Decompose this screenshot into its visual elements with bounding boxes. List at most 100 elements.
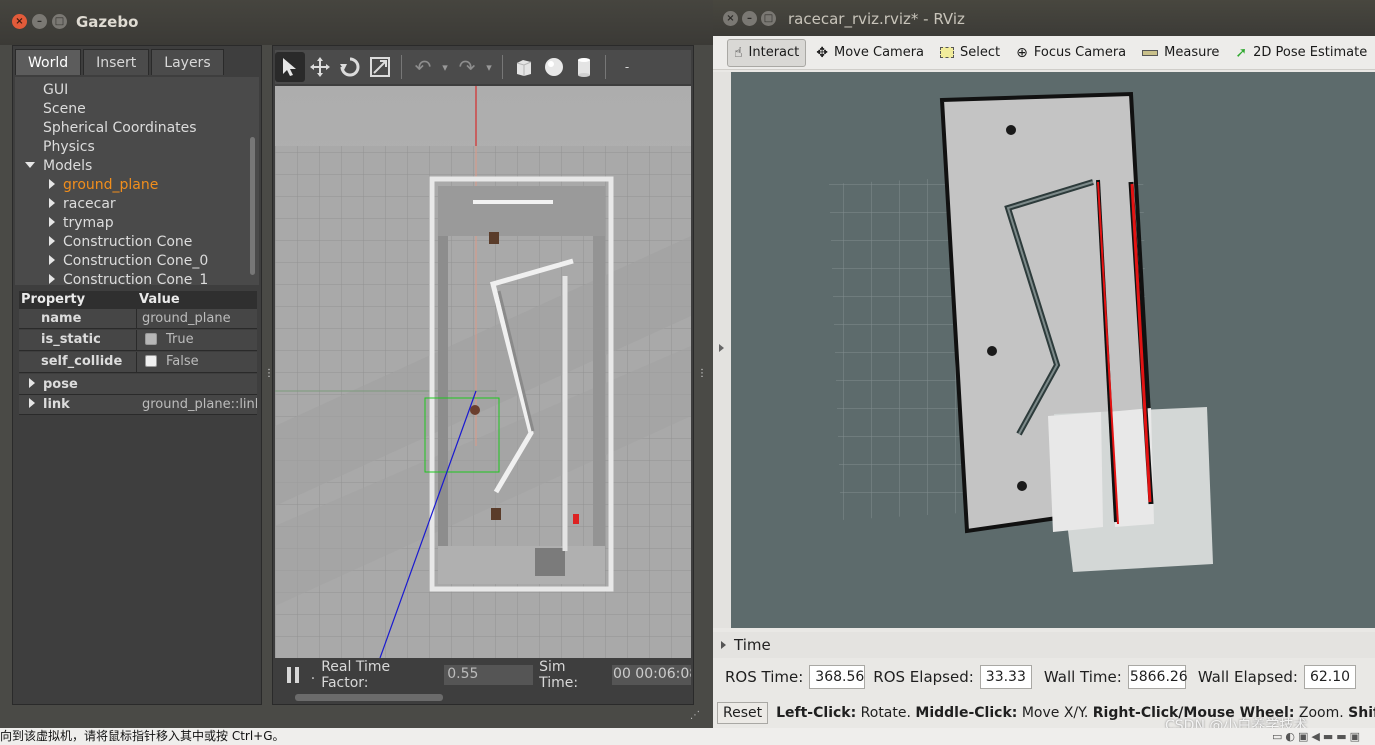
tree-item-gui[interactable]: GUI xyxy=(43,82,68,98)
step-indicator: . xyxy=(310,667,316,683)
tree-item-physics[interactable]: Physics xyxy=(43,139,95,155)
help-shift: Shift: xyxy=(1348,705,1375,721)
ros-elapsed-label: ROS Elapsed: xyxy=(873,668,974,686)
expand-right-icon[interactable] xyxy=(721,641,726,649)
tool-label: Move Camera xyxy=(834,45,925,60)
left-panel: World Insert Layers GUI Scene Spherical … xyxy=(12,45,262,705)
translate-mode-icon[interactable] xyxy=(305,52,335,82)
tree-item-spherical-coordinates[interactable]: Spherical Coordinates xyxy=(43,120,197,136)
expand-right-icon[interactable] xyxy=(29,378,35,388)
horizontal-scrollbar[interactable] xyxy=(295,694,443,701)
toolbar-separator xyxy=(605,55,606,79)
help-left-click: Left-Click: xyxy=(776,705,857,721)
maximize-icon[interactable]: □ xyxy=(761,11,776,26)
toolbar-separator xyxy=(502,55,503,79)
window-title: racecar_rviz.rviz* - RViz xyxy=(788,10,965,28)
property-key-label: pose xyxy=(43,377,78,392)
move-camera-tool-button[interactable]: ✥ Move Camera xyxy=(810,39,930,67)
more-icon[interactable]: - xyxy=(612,52,642,82)
resize-grip-icon[interactable]: ⋰ xyxy=(690,710,700,721)
expand-right-icon[interactable] xyxy=(49,255,55,265)
tree-item-models[interactable]: Models xyxy=(25,158,92,174)
tree-item-model[interactable]: Construction Cone_1 xyxy=(49,272,208,285)
tree-item-label: Construction Cone_0 xyxy=(63,253,209,269)
expand-right-icon[interactable] xyxy=(49,217,55,227)
tree-item-label: Models xyxy=(43,158,93,174)
pose-estimate-tool-button[interactable]: ➚ 2D Pose Estimate xyxy=(1229,39,1373,67)
tree-item-model[interactable]: racecar xyxy=(49,196,116,212)
rviz-3d-view[interactable] xyxy=(731,72,1375,628)
box-shape-icon[interactable] xyxy=(509,52,539,82)
tree-item-model[interactable]: Construction Cone xyxy=(49,234,192,250)
tree-item-model[interactable]: trymap xyxy=(49,215,114,231)
world-tree: GUI Scene Spherical Coordinates Physics … xyxy=(15,77,259,285)
tree-item-scene[interactable]: Scene xyxy=(43,101,86,117)
rtf-label: Real Time Factor: xyxy=(321,659,391,691)
close-icon[interactable]: × xyxy=(12,14,27,29)
expand-panel-icon[interactable] xyxy=(719,344,724,352)
focus-camera-tool-button[interactable]: ⊕ Focus Camera xyxy=(1010,39,1132,67)
scale-mode-icon[interactable] xyxy=(365,52,395,82)
gazebo-window: × – □ Gazebo World Insert Layers GUI Sce… xyxy=(0,0,713,728)
tray-icons[interactable]: ▭◐▣◀▬▬▣ xyxy=(1272,728,1363,745)
property-row[interactable]: name ground_plane xyxy=(19,309,257,329)
select-mode-icon[interactable] xyxy=(275,52,305,82)
select-tool-button[interactable]: Select xyxy=(934,39,1006,67)
property-key: name xyxy=(19,309,137,328)
property-row[interactable]: is_static True xyxy=(19,330,257,351)
reset-button[interactable]: Reset xyxy=(717,702,769,724)
tab-world[interactable]: World xyxy=(15,49,82,75)
cylinder-shape-icon[interactable] xyxy=(569,52,599,82)
gazebo-3d-viewport: ↶ ▾ ↷ ▾ - . Real Time Factor: 0.55 Sim T… xyxy=(272,45,694,705)
property-row[interactable]: self_collide False xyxy=(19,352,257,373)
time-panel-header: Time xyxy=(713,632,1375,658)
sphere-shape-icon[interactable] xyxy=(539,52,569,82)
minimize-icon[interactable]: – xyxy=(742,11,757,26)
rotate-mode-icon[interactable] xyxy=(335,52,365,82)
chevron-down-icon[interactable]: ▾ xyxy=(482,52,496,82)
expand-right-icon[interactable] xyxy=(49,236,55,246)
wall-elapsed-field: 62.10 xyxy=(1303,665,1357,689)
tree-item-model[interactable]: Construction Cone_0 xyxy=(49,253,208,269)
tree-scrollbar[interactable] xyxy=(250,137,255,275)
rviz-window: × – □ racecar_rviz.rviz* - RViz ☝ Interac… xyxy=(713,0,1375,734)
chevron-down-icon[interactable]: ▾ xyxy=(438,52,452,82)
checkbox-unchecked[interactable] xyxy=(145,355,157,367)
toolbar-separator xyxy=(401,55,402,79)
measure-tool-button[interactable]: Measure xyxy=(1136,39,1225,67)
tree-item-label: Construction Cone xyxy=(63,234,193,250)
gazebo-scene[interactable] xyxy=(275,86,691,658)
minimize-icon[interactable]: – xyxy=(32,14,47,29)
tab-layers[interactable]: Layers xyxy=(151,49,224,75)
expand-right-icon[interactable] xyxy=(49,179,55,189)
help-middle-click: Middle-Click: xyxy=(915,705,1018,721)
tab-insert[interactable]: Insert xyxy=(83,49,150,75)
rviz-titlebar: × – □ racecar_rviz.rviz* - RViz xyxy=(713,0,1375,36)
checkbox-label: True xyxy=(166,332,194,347)
close-icon[interactable]: × xyxy=(723,11,738,26)
property-value: ground_plane xyxy=(142,311,231,326)
property-row-pose[interactable]: pose xyxy=(19,374,257,395)
expand-right-icon[interactable] xyxy=(49,274,55,284)
property-row-link[interactable]: link ground_plane::link xyxy=(19,395,257,415)
maximize-icon[interactable]: □ xyxy=(52,14,67,29)
expand-down-icon[interactable] xyxy=(25,162,35,168)
help-middle-action: Move X/Y. xyxy=(1021,705,1089,721)
ruler-icon xyxy=(1142,49,1159,56)
property-key: self_collide xyxy=(19,352,137,372)
pause-icon[interactable] xyxy=(283,665,303,685)
tool-label: Measure xyxy=(1164,45,1220,60)
checkbox-label: False xyxy=(166,354,199,369)
expand-right-icon[interactable] xyxy=(49,198,55,208)
checkbox-checked[interactable] xyxy=(145,333,157,345)
tool-label: Interact xyxy=(748,45,800,60)
redo-icon[interactable]: ↷ xyxy=(452,52,482,82)
splitter-handle[interactable]: ⋮ xyxy=(697,369,707,379)
undo-icon[interactable]: ↶ xyxy=(408,52,438,82)
expand-right-icon[interactable] xyxy=(29,398,35,408)
scene-toolbar: ↶ ▾ ↷ ▾ - xyxy=(275,50,691,84)
window-title: Gazebo xyxy=(76,13,139,31)
interact-tool-button[interactable]: ☝ Interact xyxy=(727,38,807,67)
tree-item-model[interactable]: ground_plane xyxy=(49,177,158,193)
wall-time-label: Wall Time: xyxy=(1043,668,1122,686)
